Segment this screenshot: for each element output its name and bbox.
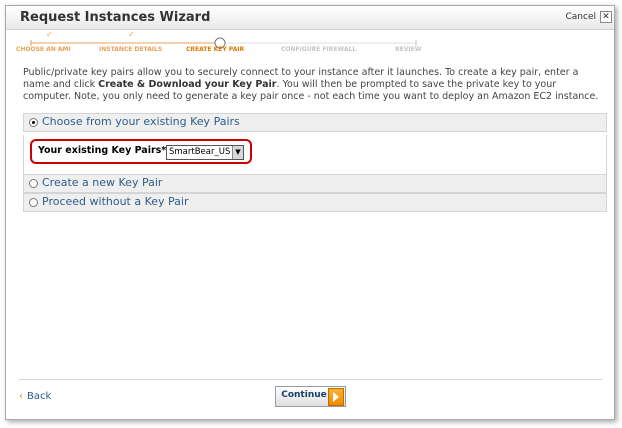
step-review: REVIEW xyxy=(395,46,422,53)
option-proceed-without-key-pair[interactable]: Proceed without a Key Pair xyxy=(23,193,607,212)
continue-button[interactable]: Continue xyxy=(275,386,346,407)
chevron-down-icon[interactable]: ▼ xyxy=(232,146,243,159)
footer-divider xyxy=(19,379,602,380)
step-configure-firewall: CONFIGURE FIREWALL xyxy=(281,46,357,53)
option-label: Choose from your existing Key Pairs xyxy=(42,115,240,128)
step-instance-details: INSTANCE DETAILS xyxy=(99,46,163,53)
option-label: Create a new Key Pair xyxy=(42,176,163,189)
continue-label: Continue xyxy=(281,390,327,400)
highlight-box: Your existing Key Pairs*: SmartBear_US ▼ xyxy=(30,139,252,164)
option-existing-key-pairs[interactable]: Choose from your existing Key Pairs xyxy=(23,113,607,132)
step-check-icon: ✓ xyxy=(128,30,135,39)
radio-existing-key-pairs[interactable] xyxy=(29,118,38,127)
close-icon[interactable]: ✕ xyxy=(600,11,612,23)
back-link[interactable]: ‹ Back xyxy=(19,391,51,402)
key-pair-select-value: SmartBear_US xyxy=(169,147,231,157)
option-label: Proceed without a Key Pair xyxy=(42,195,189,208)
step-choose-ami: CHOOSE AN AMI xyxy=(16,46,71,53)
title-bar: Request Instances Wizard Cancel ✕ xyxy=(6,6,614,30)
key-pair-select[interactable]: SmartBear_US ▼ xyxy=(166,145,244,160)
radio-proceed-without-key-pair[interactable] xyxy=(29,198,38,207)
step-progress-line xyxy=(30,37,417,49)
step-check-icon: ✓ xyxy=(46,30,53,39)
request-instances-wizard: Request Instances Wizard Cancel ✕ ✓ ✓ CH… xyxy=(5,5,615,420)
radio-create-new-key-pair[interactable] xyxy=(29,179,38,188)
option-create-new-key-pair[interactable]: Create a new Key Pair xyxy=(23,174,607,193)
chevron-left-icon: ‹ xyxy=(19,391,23,402)
wizard-title: Request Instances Wizard xyxy=(20,10,211,25)
cancel-link[interactable]: Cancel xyxy=(566,12,597,22)
existing-key-pairs-panel: Your existing Key Pairs*: SmartBear_US ▼ xyxy=(23,135,607,178)
intro-text: Public/private key pairs allow you to se… xyxy=(23,67,599,102)
wizard-steps: ✓ ✓ CHOOSE AN AMI INSTANCE DETAILS CREAT… xyxy=(6,29,614,61)
step-create-key-pair: CREATE KEY PAIR xyxy=(186,46,245,53)
intro-bold-text: Create & Download your Key Pair xyxy=(98,79,277,90)
existing-key-pairs-label: Your existing Key Pairs*: xyxy=(38,145,171,156)
arrow-right-icon xyxy=(328,388,344,406)
